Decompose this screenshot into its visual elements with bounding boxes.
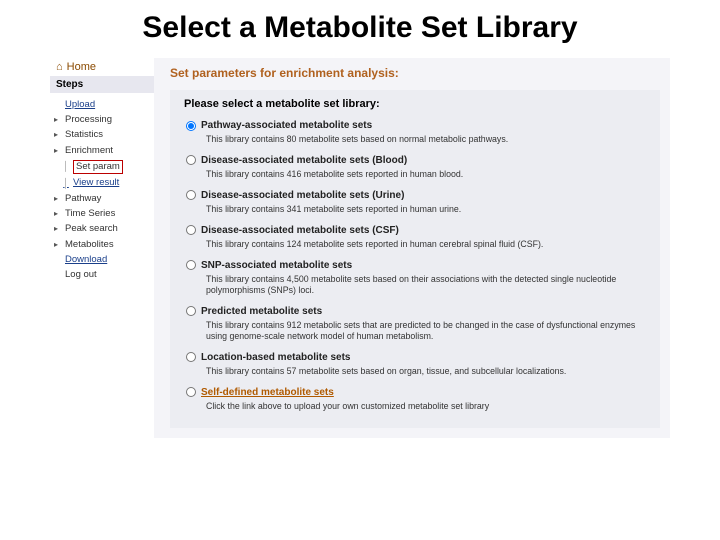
tree-pipe-icon: │ <box>62 161 70 173</box>
slide-title: Select a Metabolite Set Library <box>0 0 720 58</box>
option-label: SNP-associated metabolite sets <box>201 260 352 271</box>
option-label-link[interactable]: Self-defined metabolite sets <box>201 387 334 398</box>
steps-header: Steps <box>50 76 154 93</box>
sidebar-item-metabolites[interactable]: ▸Metabolites <box>54 237 150 252</box>
sidebar-item-download[interactable]: Download <box>54 252 150 267</box>
option-label: Predicted metabolite sets <box>201 306 322 317</box>
caret-icon: ▸ <box>54 146 62 156</box>
home-link[interactable]: ⌂ Home <box>50 58 154 76</box>
option-row: Pathway-associated metabolite setsThis l… <box>184 118 650 153</box>
sidebar-item-label: Log out <box>65 269 97 281</box>
option-desc: This library contains 416 metabolite set… <box>186 166 650 184</box>
option-radio[interactable] <box>186 306 196 316</box>
sidebar-item-peak-search[interactable]: ▸Peak search <box>54 222 150 237</box>
sidebar-item-label: Peak search <box>65 223 118 235</box>
sidebar-item-label: Time Series <box>65 208 115 220</box>
option-radio[interactable] <box>186 155 196 165</box>
sidebar-item-label: View result <box>73 177 119 189</box>
caret-icon: ▸ <box>54 115 62 125</box>
option-desc: This library contains 912 metabolic sets… <box>186 317 650 346</box>
option-desc: Click the link above to upload your own … <box>186 398 650 416</box>
tree-pipe-icon: │ <box>62 178 70 190</box>
option-row: Location-based metabolite setsThis libra… <box>184 350 650 385</box>
option-head: Predicted metabolite sets <box>186 306 650 317</box>
main-panel: Set parameters for enrichment analysis: … <box>154 58 670 438</box>
option-desc: This library contains 57 metabolite sets… <box>186 363 650 381</box>
sidebar-item-label: Processing <box>65 114 112 126</box>
sidebar-item-upload[interactable]: Upload <box>54 97 150 112</box>
sidebar-item-label: Statistics <box>65 129 103 141</box>
option-row: SNP-associated metabolite setsThis libra… <box>184 258 650 304</box>
sidebar-item-label: Pathway <box>65 193 101 205</box>
option-radio[interactable] <box>186 190 196 200</box>
option-label: Disease-associated metabolite sets (Urin… <box>201 190 404 201</box>
option-radio[interactable] <box>186 121 196 131</box>
option-row: Disease-associated metabolite sets (Bloo… <box>184 153 650 188</box>
home-label: Home <box>67 61 96 73</box>
option-radio[interactable] <box>186 387 196 397</box>
sidebar-item-statistics[interactable]: ▸Statistics <box>54 128 150 143</box>
option-row: Predicted metabolite setsThis library co… <box>184 304 650 350</box>
sidebar-item-view-result[interactable]: │View result <box>54 176 150 191</box>
option-desc: This library contains 124 metabolite set… <box>186 236 650 254</box>
option-head: Self-defined metabolite sets <box>186 387 650 398</box>
caret-icon: ▸ <box>54 130 62 140</box>
option-label: Disease-associated metabolite sets (CSF) <box>201 225 399 236</box>
option-radio[interactable] <box>186 225 196 235</box>
caret-icon: ▸ <box>54 240 62 250</box>
option-row: Self-defined metabolite setsClick the li… <box>184 385 650 420</box>
sidebar-item-label: Metabolites <box>65 239 114 251</box>
sidebar-item-label: Enrichment <box>65 145 113 157</box>
option-label: Location-based metabolite sets <box>201 352 350 363</box>
sidebar-item-enrichment[interactable]: ▸Enrichment <box>54 143 150 158</box>
sidebar-item-label: Set param <box>73 160 123 174</box>
sidebar-item-label: Download <box>65 254 107 266</box>
panel-title: Please select a metabolite set library: <box>184 96 650 118</box>
sidebar-item-log-out: Log out <box>54 268 150 283</box>
option-head: Disease-associated metabolite sets (Urin… <box>186 190 650 201</box>
option-desc: This library contains 341 metabolite set… <box>186 201 650 219</box>
app-frame: ⌂ Home Steps Upload▸Processing▸Statistic… <box>0 58 720 438</box>
caret-icon: ▸ <box>54 209 62 219</box>
option-radio[interactable] <box>186 352 196 362</box>
caret-icon: ▸ <box>54 194 62 204</box>
options-list: Pathway-associated metabolite setsThis l… <box>184 118 650 420</box>
sidebar-tree: Upload▸Processing▸Statistics▸Enrichment│… <box>50 93 154 287</box>
option-desc: This library contains 4,500 metabolite s… <box>186 271 650 300</box>
sidebar-item-label: Upload <box>65 99 95 111</box>
sidebar-item-time-series[interactable]: ▸Time Series <box>54 206 150 221</box>
option-head: Location-based metabolite sets <box>186 352 650 363</box>
caret-icon: ▸ <box>54 224 62 234</box>
library-panel: Please select a metabolite set library: … <box>170 90 660 428</box>
option-head: Disease-associated metabolite sets (Bloo… <box>186 155 650 166</box>
sidebar-item-pathway[interactable]: ▸Pathway <box>54 191 150 206</box>
sidebar: ⌂ Home Steps Upload▸Processing▸Statistic… <box>50 58 154 438</box>
sidebar-item-processing[interactable]: ▸Processing <box>54 112 150 127</box>
option-label: Disease-associated metabolite sets (Bloo… <box>201 155 407 166</box>
main-header: Set parameters for enrichment analysis: <box>170 64 660 90</box>
option-label: Pathway-associated metabolite sets <box>201 120 372 131</box>
option-head: SNP-associated metabolite sets <box>186 260 650 271</box>
home-icon: ⌂ <box>56 61 63 73</box>
option-head: Pathway-associated metabolite sets <box>186 120 650 131</box>
option-radio[interactable] <box>186 260 196 270</box>
option-desc: This library contains 80 metabolite sets… <box>186 131 650 149</box>
option-head: Disease-associated metabolite sets (CSF) <box>186 225 650 236</box>
option-row: Disease-associated metabolite sets (Urin… <box>184 188 650 223</box>
option-row: Disease-associated metabolite sets (CSF)… <box>184 223 650 258</box>
sidebar-item-set-param[interactable]: │Set param <box>54 158 150 175</box>
